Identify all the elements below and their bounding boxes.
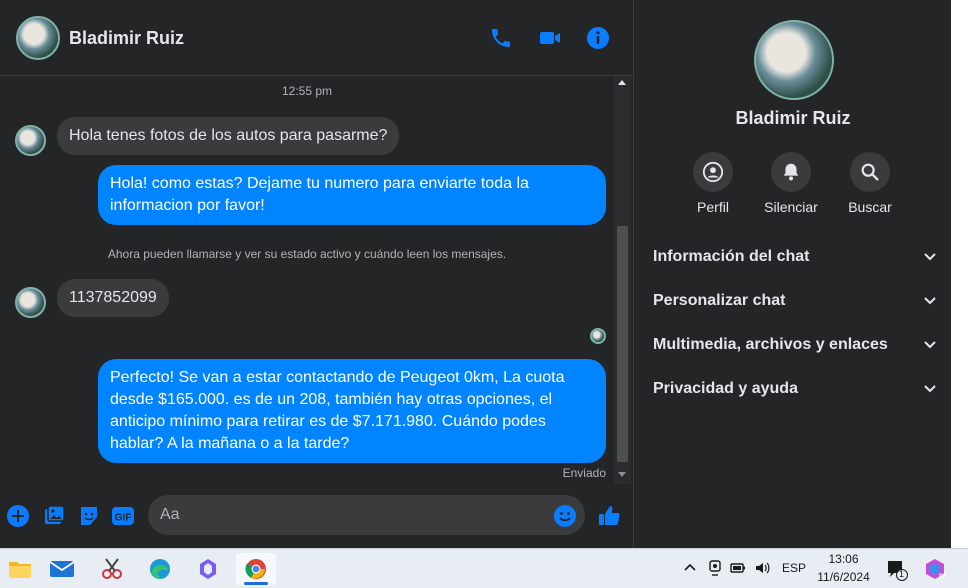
copilot-preview-icon[interactable]: PRE	[924, 558, 946, 580]
contact-avatar-small	[15, 287, 46, 318]
message-input[interactable]	[148, 495, 585, 535]
message-list: 12:55 pm Hola tenes fotos de los autos p…	[0, 76, 614, 486]
chrome-icon	[245, 559, 266, 579]
phone-icon[interactable]	[489, 26, 513, 50]
chat-header: Bladimir Ruiz	[0, 0, 633, 76]
emoji-icon[interactable]	[553, 504, 577, 528]
file-explorer-icon	[9, 562, 31, 578]
svg-text:GIF: GIF	[115, 513, 132, 524]
search-action[interactable]: Buscar	[830, 152, 910, 215]
video-icon[interactable]	[538, 26, 562, 50]
contact-avatar-large[interactable]	[754, 20, 834, 100]
meet-now-icon[interactable]	[708, 560, 722, 576]
contact-name-large: Bladimir Ruiz	[735, 108, 851, 128]
message-bubble-incoming[interactable]: 1137852099	[57, 279, 169, 317]
svg-text:PRE: PRE	[939, 574, 946, 580]
mail-icon	[49, 561, 75, 577]
chevron-up-icon[interactable]	[684, 562, 696, 574]
message-bubble-incoming[interactable]: Hola tenes fotos de los autos para pasar…	[57, 117, 400, 155]
clock-date[interactable]: 11/6/2024	[812, 570, 875, 584]
volume-icon[interactable]	[754, 560, 770, 576]
message-bubble-outgoing[interactable]: Hola! como estas? Dejame tu numero para …	[98, 165, 606, 225]
message-status: Enviado	[562, 466, 606, 480]
chat-pane: Bladimir Ruiz 12:55 pm Hola tenes fotos …	[0, 0, 633, 548]
taskbar-app-chrome[interactable]	[236, 553, 276, 585]
seen-avatar-icon	[590, 328, 606, 344]
composer: GIF	[0, 486, 633, 548]
sticker-icon[interactable]	[77, 504, 101, 528]
gif-icon[interactable]: GIF	[111, 504, 135, 528]
chevron-down-icon	[924, 341, 936, 349]
notification-icon[interactable]	[886, 559, 908, 581]
language-indicator[interactable]: ESP	[782, 561, 806, 575]
chevron-down-icon	[924, 297, 936, 305]
notification-count: 1	[899, 569, 905, 579]
message-bubble-outgoing[interactable]: Perfecto! Se van a estar contactando de …	[98, 359, 606, 463]
profile-icon	[702, 161, 724, 183]
section-label: Privacidad y ayuda	[653, 380, 798, 397]
scroll-up-icon[interactable]	[618, 80, 626, 85]
image-icon[interactable]	[42, 504, 66, 528]
profile-action-label: Perfil	[697, 199, 729, 215]
system-notice: Ahora pueden llamarse y ver su estado ac…	[107, 247, 507, 261]
plus-icon[interactable]	[6, 504, 30, 528]
section-privacy-help[interactable]: Privacidad y ayuda	[653, 374, 937, 404]
copilot-icon	[200, 559, 216, 579]
taskbar-app-edge[interactable]	[140, 553, 180, 585]
mute-action[interactable]: Silenciar	[751, 152, 831, 215]
taskbar-app-file-explorer[interactable]	[0, 553, 40, 585]
section-media-files-links[interactable]: Multimedia, archivos y enlaces	[653, 330, 937, 360]
clock-time[interactable]: 13:06	[816, 552, 871, 566]
contact-info-pane: Bladimir Ruiz Perfil Silenciar Buscar In…	[633, 0, 951, 548]
taskbar-app-mail[interactable]	[42, 553, 82, 585]
section-label: Personalizar chat	[653, 292, 786, 309]
bell-icon	[783, 163, 799, 181]
message-scrollbar[interactable]	[614, 76, 631, 484]
section-customize-chat[interactable]: Personalizar chat	[653, 286, 937, 316]
snipping-tool-icon	[102, 558, 122, 579]
mute-action-label: Silenciar	[764, 199, 818, 215]
battery-icon[interactable]	[730, 561, 746, 575]
taskbar-app-snipping-tool[interactable]	[92, 553, 132, 585]
contact-avatar-small	[15, 125, 46, 156]
info-icon[interactable]	[586, 26, 610, 50]
scroll-down-icon[interactable]	[618, 472, 626, 477]
edge-icon	[150, 559, 170, 579]
section-chat-info[interactable]: Información del chat	[653, 242, 937, 272]
taskbar: ESP 13:06 11/6/2024 1 PRE	[0, 548, 968, 588]
message-timestamp: 12:55 pm	[281, 84, 333, 98]
profile-action[interactable]: Perfil	[673, 152, 753, 215]
window-edge	[951, 0, 968, 548]
contact-avatar[interactable]	[16, 16, 60, 60]
section-label: Información del chat	[653, 248, 810, 265]
chevron-down-icon	[924, 253, 936, 261]
taskbar-app-copilot[interactable]	[188, 553, 228, 585]
section-label: Multimedia, archivos y enlaces	[653, 336, 888, 353]
search-action-label: Buscar	[848, 199, 892, 215]
contact-name[interactable]: Bladimir Ruiz	[69, 28, 184, 49]
chevron-down-icon	[924, 385, 936, 393]
search-icon	[861, 163, 879, 181]
like-icon[interactable]	[597, 504, 621, 528]
messenger-window: Bladimir Ruiz 12:55 pm Hola tenes fotos …	[0, 0, 968, 548]
scroll-thumb[interactable]	[617, 226, 628, 462]
